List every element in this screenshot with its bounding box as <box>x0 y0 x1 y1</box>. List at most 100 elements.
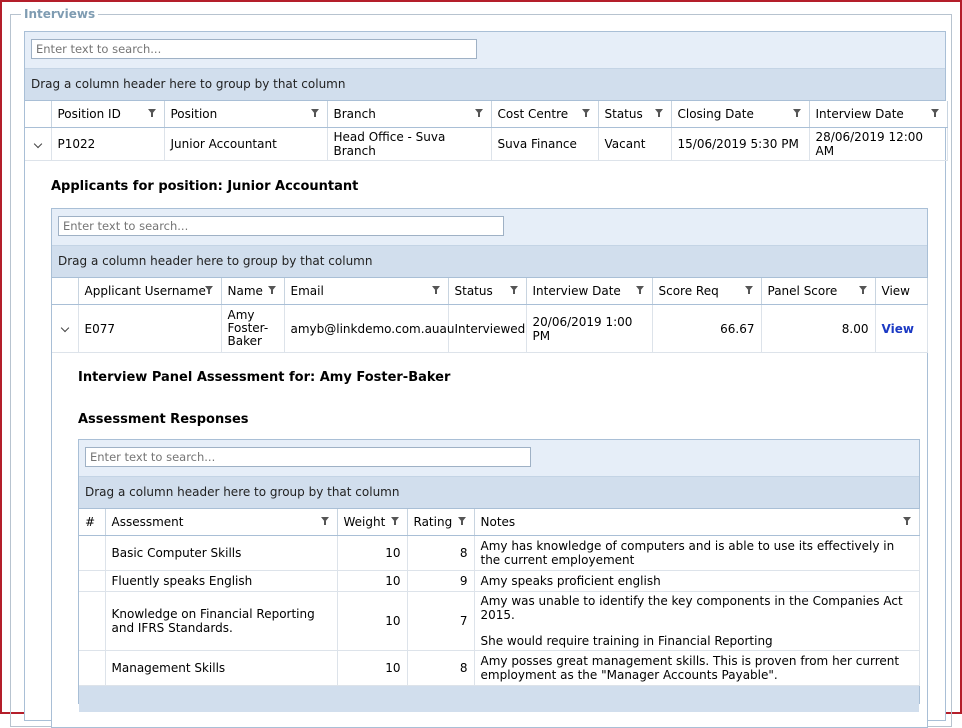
cell-index <box>79 570 106 592</box>
cell-notes: Amy speaks proficient english <box>474 570 920 592</box>
filter-icon[interactable] <box>581 109 590 117</box>
cell-index <box>79 591 106 651</box>
filter-icon[interactable] <box>930 109 939 117</box>
table-row[interactable]: Management Skills 10 8 Amy posses great … <box>79 650 920 686</box>
cell-score-req: 66.67 <box>652 304 762 353</box>
filter-icon[interactable] <box>267 286 276 294</box>
filter-icon[interactable] <box>902 517 911 525</box>
header-position[interactable]: Position <box>164 101 328 128</box>
cell-assessment: Knowledge on Financial Reporting and IFR… <box>105 591 338 651</box>
cell-index <box>79 650 106 686</box>
notes-line: Amy was unable to identify the key compo… <box>480 594 903 622</box>
header-name[interactable]: Name <box>221 278 285 305</box>
cell-rating: 7 <box>407 591 475 651</box>
view-link[interactable]: View <box>882 322 914 336</box>
positions-search-input[interactable] <box>31 39 477 59</box>
header-expander <box>52 278 79 305</box>
cell-interview-date: 20/06/2019 1:00 PM <box>526 304 653 353</box>
cell-interview-date: 28/06/2019 12:00 AM <box>809 127 948 161</box>
header-applicant-username[interactable]: Applicant Username <box>78 278 222 305</box>
filter-icon[interactable] <box>204 286 213 294</box>
header-assessment[interactable]: Assessment <box>105 509 338 536</box>
filter-icon[interactable] <box>858 286 867 294</box>
header-weight[interactable]: Weight <box>337 509 408 536</box>
positions-group-panel[interactable]: Drag a column header here to group by th… <box>25 69 945 101</box>
header-index[interactable]: # <box>79 509 106 536</box>
header-closing-date[interactable]: Closing Date <box>671 101 810 128</box>
cell-status: Vacant <box>598 127 672 161</box>
cell-view: View <box>875 304 928 353</box>
filter-icon[interactable] <box>147 109 156 117</box>
cell-assessment: Fluently speaks English <box>105 570 338 592</box>
header-cost-centre[interactable]: Cost Centre <box>491 101 599 128</box>
table-row[interactable]: E077 Amy Foster-Baker amyb@linkdemo.com.… <box>52 304 928 353</box>
cell-index <box>79 535 106 571</box>
cell-notes: Amy was unable to identify the key compo… <box>474 591 920 651</box>
filter-icon[interactable] <box>635 286 644 294</box>
cell-status: Interviewed <box>448 304 527 353</box>
assessment-table: # Assessment Weight Rating Notes Basic C… <box>79 509 920 686</box>
cell-email: amyb@linkdemo.com.auau <box>284 304 454 353</box>
table-row[interactable]: Knowledge on Financial Reporting and IFR… <box>79 591 920 651</box>
header-rating[interactable]: Rating <box>407 509 475 536</box>
filter-icon[interactable] <box>654 109 663 117</box>
filter-icon[interactable] <box>390 517 399 525</box>
interviews-legend: Interviews <box>24 7 96 21</box>
table-row[interactable]: Fluently speaks English 10 9 Amy speaks … <box>79 570 920 592</box>
cell-panel-score: 8.00 <box>761 304 876 353</box>
applicants-title: Applicants for position: Junior Accounta… <box>51 179 359 194</box>
cell-weight: 10 <box>337 535 408 571</box>
header-notes[interactable]: Notes <box>474 509 920 536</box>
cell-assessment: Management Skills <box>105 650 338 686</box>
cell-weight: 10 <box>337 570 408 592</box>
cell-notes: Amy has knowledge of computers and is ab… <box>474 535 920 571</box>
assessment-search-bar <box>79 440 919 477</box>
header-panel-score[interactable]: Panel Score <box>761 278 876 305</box>
panel-assessment-title: Interview Panel Assessment for: Amy Fost… <box>78 370 451 385</box>
header-branch[interactable]: Branch <box>327 101 492 128</box>
filter-icon[interactable] <box>792 109 801 117</box>
assessment-header-row: # Assessment Weight Rating Notes <box>79 509 920 536</box>
filter-icon[interactable] <box>310 109 319 117</box>
notes-line: She would require training in Financial … <box>480 634 773 648</box>
positions-header-row: Position ID Position Branch Cost Centre … <box>25 101 948 128</box>
header-view[interactable]: View <box>875 278 928 305</box>
filter-icon[interactable] <box>744 286 753 294</box>
header-interview-date[interactable]: Interview Date <box>809 101 948 128</box>
positions-search-bar <box>25 32 945 69</box>
filter-icon[interactable] <box>431 286 440 294</box>
cell-weight: 10 <box>337 591 408 651</box>
cell-position: Junior Accountant <box>164 127 328 161</box>
applicants-header-row: Applicant Username Name Email Status Int… <box>52 278 928 305</box>
applicants-group-panel[interactable]: Drag a column header here to group by th… <box>52 246 927 278</box>
table-row[interactable]: P1022 Junior Accountant Head Office - Su… <box>25 127 948 161</box>
applicants-table: Applicant Username Name Email Status Int… <box>52 278 928 353</box>
header-status[interactable]: Status <box>598 101 672 128</box>
applicants-search-bar <box>52 209 927 246</box>
chevron-down-icon[interactable] <box>33 139 42 148</box>
cell-rating: 8 <box>407 535 475 571</box>
assessment-search-input[interactable] <box>85 447 531 467</box>
assessment-group-panel[interactable]: Drag a column header here to group by th… <box>79 477 919 509</box>
cell-weight: 10 <box>337 650 408 686</box>
positions-table: Position ID Position Branch Cost Centre … <box>25 101 948 161</box>
filter-icon[interactable] <box>457 517 466 525</box>
filter-icon[interactable] <box>474 109 483 117</box>
table-row[interactable]: Basic Computer Skills 10 8 Amy has knowl… <box>79 535 920 571</box>
applicants-search-input[interactable] <box>58 216 504 236</box>
header-interview-date[interactable]: Interview Date <box>526 278 653 305</box>
header-email[interactable]: Email <box>284 278 449 305</box>
header-position-id[interactable]: Position ID <box>51 101 165 128</box>
filter-icon[interactable] <box>320 517 329 525</box>
header-status[interactable]: Status <box>448 278 527 305</box>
row-expand-toggle[interactable] <box>52 304 79 353</box>
chevron-down-icon[interactable] <box>60 323 69 333</box>
header-score-req[interactable]: Score Req <box>652 278 762 305</box>
header-expander <box>25 101 52 128</box>
filter-icon[interactable] <box>509 286 518 294</box>
assessment-responses-title: Assessment Responses <box>78 412 249 427</box>
row-expand-toggle[interactable] <box>25 127 52 161</box>
cell-rating: 8 <box>407 650 475 686</box>
cell-assessment: Basic Computer Skills <box>105 535 338 571</box>
cell-position-id: P1022 <box>51 127 165 161</box>
